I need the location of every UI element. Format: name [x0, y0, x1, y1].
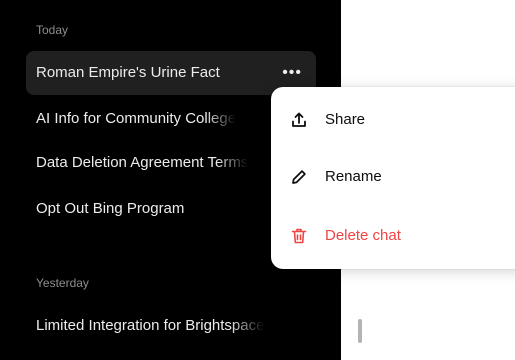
chat-context-menu: Share Rename Delete chat: [271, 87, 515, 269]
pencil-icon: [292, 170, 306, 184]
share-icon: [292, 112, 306, 127]
chat-item-roman-empire[interactable]: Roman Empire's Urine Fact •••: [26, 51, 316, 95]
trash-icon: [291, 228, 307, 244]
menu-item-share[interactable]: Share: [271, 98, 515, 142]
chat-title: AI Info for Community College: [36, 110, 237, 127]
menu-item-label: Delete chat: [325, 227, 401, 244]
menu-item-delete-chat[interactable]: Delete chat: [271, 214, 515, 258]
menu-item-rename[interactable]: Rename: [271, 155, 515, 199]
menu-item-label: Share: [325, 111, 366, 128]
section-label-yesterday: Yesterday: [36, 276, 89, 290]
section-label-today: Today: [36, 23, 69, 37]
chat-title: Limited Integration for Brightspace: [36, 317, 265, 334]
chat-item-brightspace[interactable]: Limited Integration for Brightspace: [26, 304, 316, 348]
chat-title: Opt Out Bing Program: [36, 200, 185, 217]
menu-item-label: Rename: [325, 168, 382, 185]
chat-title: Roman Empire's Urine Fact: [36, 64, 220, 81]
sidebar-resize-handle[interactable]: [358, 319, 362, 343]
chat-title: Data Deletion Agreement Terms: [36, 154, 249, 171]
